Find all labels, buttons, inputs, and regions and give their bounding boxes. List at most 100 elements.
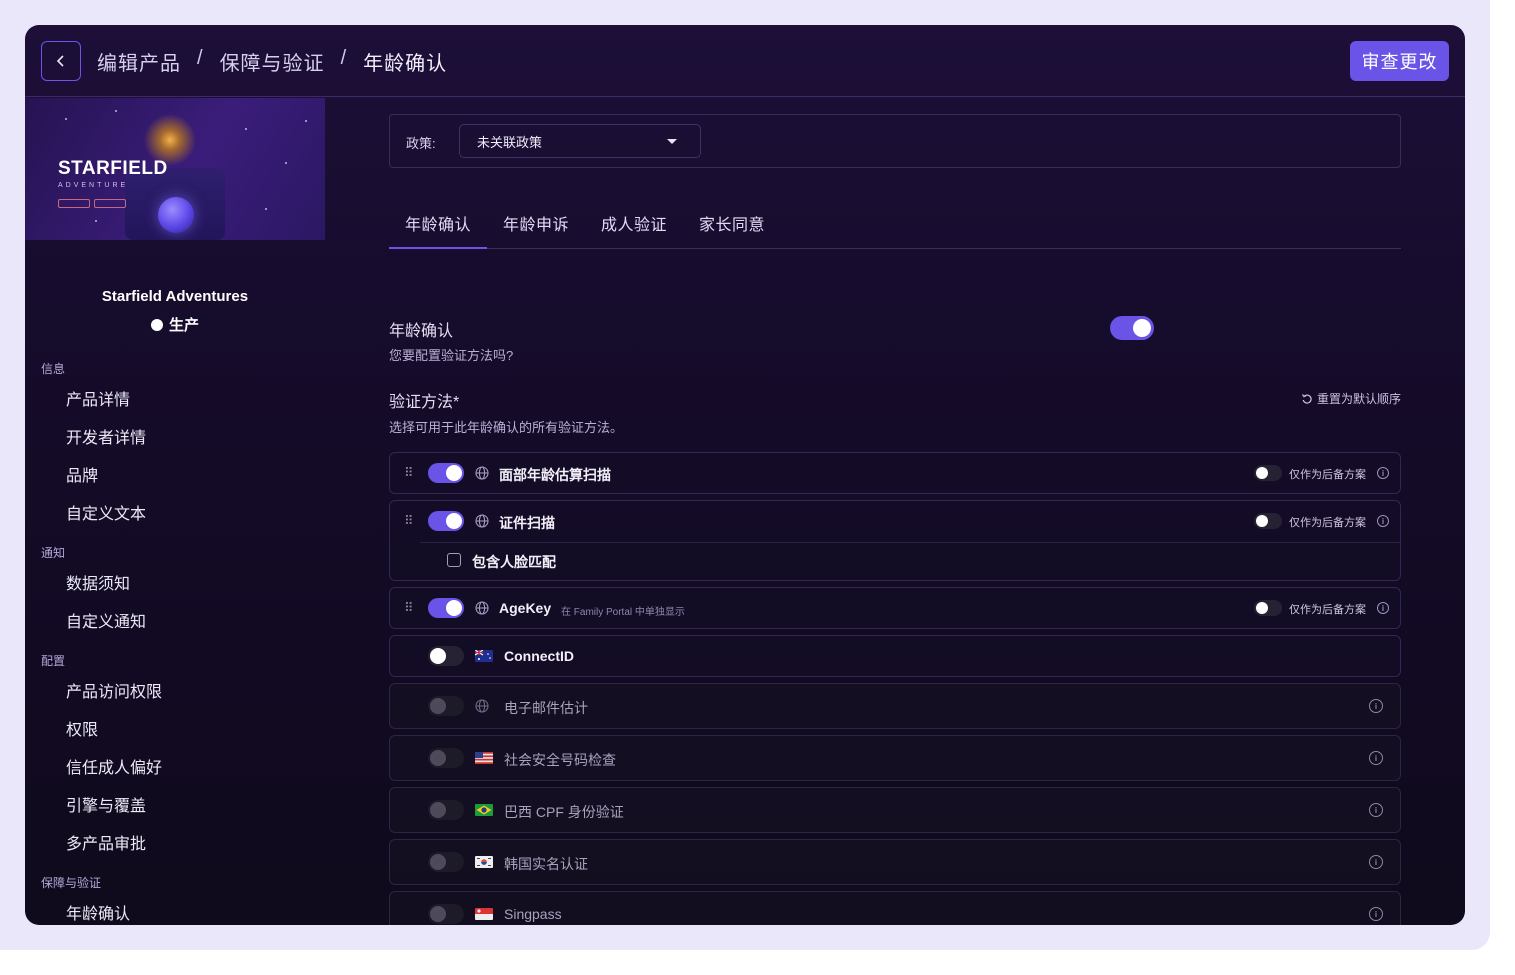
sidebar-item-multi-product[interactable]: 多产品审批 (66, 830, 146, 854)
method-toggle-korea[interactable] (428, 852, 464, 872)
policy-select[interactable]: 未关联政策 (459, 124, 701, 158)
info-icon[interactable]: i (1377, 515, 1389, 527)
sidebar-item-engine-overrides[interactable]: 引擎与覆盖 (66, 792, 146, 816)
sidebar-item-custom-text[interactable]: 自定义文本 (66, 500, 146, 524)
fallback-toggle[interactable] (1254, 600, 1282, 616)
breadcrumb-edit-product[interactable]: 编辑产品 (97, 47, 181, 76)
top-bar: 编辑产品 / 保障与验证 / 年龄确认 审查更改 (25, 25, 1465, 97)
tab-parental-consent[interactable]: 家长同意 (699, 211, 765, 249)
breadcrumb-assurance[interactable]: 保障与验证 (220, 47, 325, 76)
method-label: 面部年龄估算扫描 (499, 467, 611, 483)
sidebar-item-trusted-adult[interactable]: 信任成人偏好 (66, 754, 162, 778)
tab-age-assurance[interactable]: 年龄确认 (389, 211, 487, 249)
info-icon[interactable]: i (1369, 855, 1383, 869)
banner-mini-button (94, 199, 126, 208)
chevron-left-icon (56, 55, 64, 67)
usa-flag-icon (475, 752, 493, 764)
info-icon[interactable]: i (1369, 803, 1383, 817)
method-row-email-estimation: 电子邮件估计 i (389, 683, 1401, 729)
singapore-flag-icon (475, 908, 493, 920)
nav-section-notifications: 通知 (41, 546, 66, 560)
sidebar-item-age-assurance[interactable]: 年龄确认 (66, 900, 130, 924)
tab-adult-verification[interactable]: 成人验证 (601, 211, 667, 249)
method-label: 电子邮件估计 (504, 700, 588, 716)
globe-icon (475, 466, 489, 480)
drag-handle-icon[interactable]: ⠿ (404, 465, 413, 481)
tab-bar: 年龄确认 年龄申诉 成人验证 家长同意 (389, 211, 1401, 249)
product-name: Starfield Adventures (101, 288, 249, 305)
method-toggle-singpass[interactable] (428, 904, 464, 924)
fallback-toggle[interactable] (1254, 513, 1282, 529)
method-row-agekey: ⠿ AgeKey 在 Family Portal 中单独显示 仅作为后备方案 i (389, 587, 1401, 629)
info-icon[interactable]: i (1369, 907, 1383, 921)
korea-flag-icon (475, 856, 493, 868)
method-row-brazil-cpf: 巴西 CPF 身份验证 i (389, 787, 1401, 833)
fallback-toggle[interactable] (1254, 465, 1282, 481)
method-toggle-face-scan[interactable] (428, 463, 464, 483)
method-toggle-email[interactable] (428, 696, 464, 716)
method-toggle-ssn[interactable] (428, 748, 464, 768)
banner-mini-button (58, 199, 90, 208)
policy-select-value: 未关联政策 (477, 134, 543, 150)
refresh-icon (1301, 393, 1312, 404)
breadcrumb-separator: / (340, 47, 348, 69)
row-divider (420, 542, 1400, 543)
method-row-ssn: 社会安全号码检查 i (389, 735, 1401, 781)
method-row-id-scan: ⠿ 证件扫描 仅作为后备方案 i 包含人脸匹配 (389, 500, 1401, 581)
caret-down-icon (667, 139, 677, 144)
age-assurance-title: 年龄确认 (389, 323, 454, 340)
sidebar-item-branding[interactable]: 品牌 (66, 462, 98, 486)
methods-description: 选择可用于此年龄确认的所有验证方法。 (389, 420, 624, 435)
method-row-singpass: Singpass i (389, 891, 1401, 925)
info-icon[interactable]: i (1369, 699, 1383, 713)
sidebar-item-product-access[interactable]: 产品访问权限 (66, 678, 162, 702)
age-assurance-description: 您要配置验证方法吗? (389, 348, 514, 363)
status-label: 生产 (168, 317, 199, 334)
banner-wordmark: STARFIELD (58, 158, 168, 179)
product-banner-image: STARFIELD ADVENTURE (25, 98, 325, 240)
method-label: 社会安全号码检查 (504, 752, 616, 768)
nav-section-info: 信息 (41, 362, 66, 376)
back-button[interactable] (41, 41, 81, 81)
sidebar-item-data-notice[interactable]: 数据须知 (66, 570, 130, 594)
method-row-face-scan: ⠿ 面部年龄估算扫描 仅作为后备方案 i (389, 452, 1401, 494)
planet-icon (158, 197, 194, 233)
banner-subtitle: ADVENTURE (58, 182, 129, 189)
sidebar-item-permissions[interactable]: 权限 (66, 716, 98, 740)
sidebar-item-custom-notifications[interactable]: 自定义通知 (66, 608, 146, 632)
age-assurance-toggle[interactable] (1110, 316, 1154, 340)
status-badge: 生产 (25, 314, 325, 335)
info-icon[interactable]: i (1377, 602, 1389, 614)
method-row-korea: 韩国实名认证 i (389, 839, 1401, 885)
nav-section-config: 配置 (41, 654, 66, 668)
fallback-label: 仅作为后备方案 (1289, 517, 1366, 529)
method-note: 在 Family Portal 中单独显示 (561, 607, 685, 618)
globe-icon (475, 699, 489, 713)
face-match-checkbox[interactable] (447, 553, 461, 567)
info-icon[interactable]: i (1377, 467, 1389, 479)
drag-handle-icon[interactable]: ⠿ (404, 600, 413, 616)
method-toggle-id-scan[interactable] (428, 511, 464, 531)
reset-order-link[interactable]: 重置为默认顺序 (1301, 390, 1401, 407)
info-icon[interactable]: i (1369, 751, 1383, 765)
australia-flag-icon (475, 650, 493, 662)
review-changes-button[interactable]: 审查更改 (1350, 41, 1449, 81)
method-label: 巴西 CPF 身份验证 (504, 804, 624, 820)
policy-panel: 政策: 未关联政策 (389, 114, 1401, 168)
method-label: ConnectID (504, 648, 574, 664)
breadcrumb-current: 年龄确认 (363, 53, 448, 75)
policy-label: 政策: (406, 136, 436, 151)
method-toggle-connectid[interactable] (428, 646, 464, 666)
fallback-label: 仅作为后备方案 (1289, 469, 1366, 481)
tab-age-appeal[interactable]: 年龄申诉 (503, 211, 569, 249)
method-toggle-brazil[interactable] (428, 800, 464, 820)
method-row-connectid: ConnectID (389, 635, 1401, 677)
method-label: AgeKey (499, 600, 552, 616)
sidebar-item-product-details[interactable]: 产品详情 (66, 386, 130, 410)
method-label: 韩国实名认证 (504, 856, 588, 872)
status-dot-icon (150, 318, 163, 331)
globe-icon (475, 514, 489, 528)
method-toggle-agekey[interactable] (428, 598, 464, 618)
drag-handle-icon[interactable]: ⠿ (404, 513, 413, 529)
sidebar-item-developer-details[interactable]: 开发者详情 (66, 424, 146, 448)
